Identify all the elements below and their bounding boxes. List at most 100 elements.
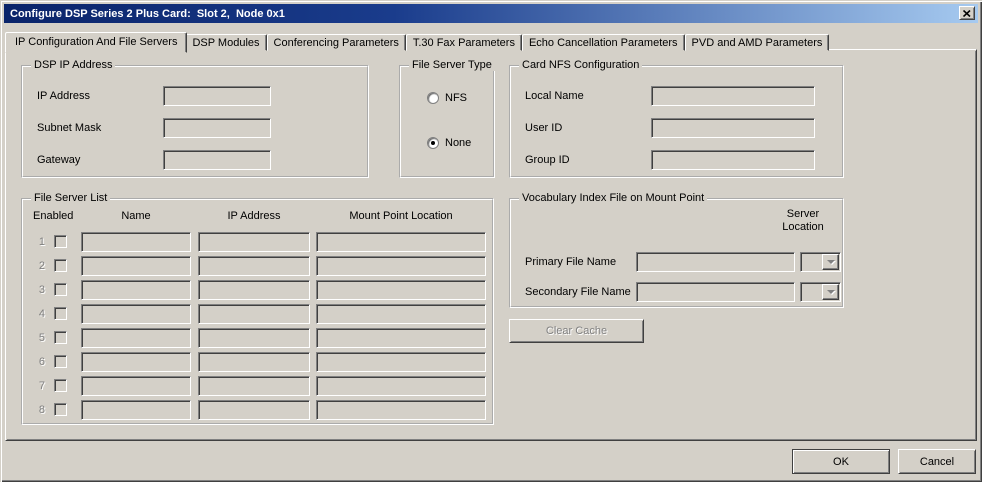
title-bar[interactable]: Configure DSP Series 2 Plus Card: Slot 2… (4, 4, 978, 23)
chevron-down-icon (822, 254, 839, 270)
row-number: 4 (29, 304, 45, 324)
ip-address-field (198, 376, 310, 396)
ip-address-field (198, 352, 310, 372)
row-number: 8 (29, 400, 45, 420)
column-header-ip-address: IP Address (198, 210, 310, 222)
clear-cache-button: Clear Cache (509, 319, 644, 343)
row-number: 3 (29, 280, 45, 300)
group-id-field (651, 150, 815, 170)
enabled-checkbox (54, 403, 67, 416)
enabled-checkbox (54, 355, 67, 368)
tab-echo-cancellation-parameters[interactable]: Echo Cancellation Parameters (522, 34, 685, 51)
tab-dsp-modules[interactable]: DSP Modules (185, 34, 266, 51)
local-name-label: Local Name (525, 86, 584, 106)
radio-none-icon (427, 137, 439, 149)
chevron-down-icon (822, 284, 839, 300)
secondary-file-name-field (636, 282, 795, 302)
mount-point-field (316, 328, 486, 348)
column-header-enabled: Enabled (33, 210, 73, 222)
group-dsp-ip-address: DSP IP Address IP Address Subnet Mask Ga… (21, 65, 369, 178)
name-field (81, 376, 191, 396)
tab-pvd-and-amd-parameters[interactable]: PVD and AMD Parameters (685, 34, 830, 51)
row-number: 2 (29, 256, 45, 276)
mount-point-field (316, 280, 486, 300)
enabled-checkbox (54, 283, 67, 296)
tab-label: Conferencing Parameters (274, 37, 399, 49)
ip-address-label: IP Address (37, 86, 90, 106)
ip-address-field (198, 232, 310, 252)
name-field (81, 304, 191, 324)
group-title: Vocabulary Index File on Mount Point (519, 192, 707, 204)
tab-label: IP Configuration And File Servers (15, 36, 177, 48)
gateway-label: Gateway (37, 150, 80, 170)
server-location-label: Server Location (776, 208, 830, 234)
radio-nfs-icon (427, 92, 439, 104)
mount-point-field (316, 352, 486, 372)
radio-nfs-label: NFS (445, 92, 467, 104)
tab-label: DSP Modules (192, 37, 259, 49)
column-header-name: Name (81, 210, 191, 222)
name-field (81, 280, 191, 300)
close-icon (963, 10, 971, 17)
dialog-window: Configure DSP Series 2 Plus Card: Slot 2… (0, 0, 982, 482)
primary-file-name-label: Primary File Name (525, 252, 616, 272)
mount-point-field (316, 304, 486, 324)
group-title: Card NFS Configuration (519, 59, 642, 71)
ip-address-field (198, 280, 310, 300)
ip-address-field (198, 328, 310, 348)
name-field (81, 400, 191, 420)
name-field (81, 232, 191, 252)
user-id-field (651, 118, 815, 138)
ip-address-field (198, 256, 310, 276)
group-id-label: Group ID (525, 150, 570, 170)
name-field (81, 352, 191, 372)
row-number: 6 (29, 352, 45, 372)
primary-server-location-combo (800, 252, 841, 272)
enabled-checkbox (54, 331, 67, 344)
user-id-label: User ID (525, 118, 562, 138)
tab-label: T.30 Fax Parameters (413, 37, 515, 49)
primary-file-name-field (636, 252, 795, 272)
radio-option-none[interactable]: None (427, 137, 471, 149)
group-title: DSP IP Address (31, 59, 115, 71)
row-number: 5 (29, 328, 45, 348)
tab-ip-configuration[interactable]: IP Configuration And File Servers (5, 32, 187, 53)
local-name-field (651, 86, 815, 106)
ip-address-field (198, 400, 310, 420)
row-number: 7 (29, 376, 45, 396)
ip-address-field (163, 86, 271, 106)
group-title: File Server List (31, 192, 110, 204)
secondary-server-location-combo (800, 282, 841, 302)
column-header-mount-point-location: Mount Point Location (316, 210, 486, 222)
ip-address-field (198, 304, 310, 324)
group-vocabulary-index: Vocabulary Index File on Mount Point Ser… (509, 198, 844, 308)
mount-point-field (316, 256, 486, 276)
mount-point-field (316, 400, 486, 420)
enabled-checkbox (54, 259, 67, 272)
row-number: 1 (29, 232, 45, 252)
gateway-field (163, 150, 271, 170)
group-file-server-list: File Server List Enabled Name IP Address… (21, 198, 494, 425)
tab-label: Echo Cancellation Parameters (529, 37, 678, 49)
close-button[interactable] (959, 6, 975, 20)
tab-page: DSP IP Address IP Address Subnet Mask Ga… (5, 49, 977, 441)
enabled-checkbox (54, 235, 67, 248)
group-title: File Server Type (409, 59, 495, 71)
enabled-checkbox (54, 379, 67, 392)
subnet-mask-field (163, 118, 271, 138)
radio-option-nfs[interactable]: NFS (427, 92, 467, 104)
group-card-nfs-configuration: Card NFS Configuration Local Name User I… (509, 65, 844, 178)
subnet-mask-label: Subnet Mask (37, 118, 101, 138)
name-field (81, 256, 191, 276)
window-title: Configure DSP Series 2 Plus Card: Slot 2… (10, 8, 285, 20)
secondary-file-name-label: Secondary File Name (525, 282, 631, 302)
enabled-checkbox (54, 307, 67, 320)
tab-conferencing-parameters[interactable]: Conferencing Parameters (267, 34, 406, 51)
group-file-server-type: File Server Type NFS None (399, 65, 495, 178)
tab-strip: IP Configuration And File Servers DSP Mo… (7, 30, 829, 51)
name-field (81, 328, 191, 348)
tab-label: PVD and AMD Parameters (692, 37, 823, 49)
cancel-button[interactable]: Cancel (898, 449, 976, 474)
tab-t30-fax-parameters[interactable]: T.30 Fax Parameters (406, 34, 522, 51)
ok-button[interactable]: OK (792, 449, 890, 474)
